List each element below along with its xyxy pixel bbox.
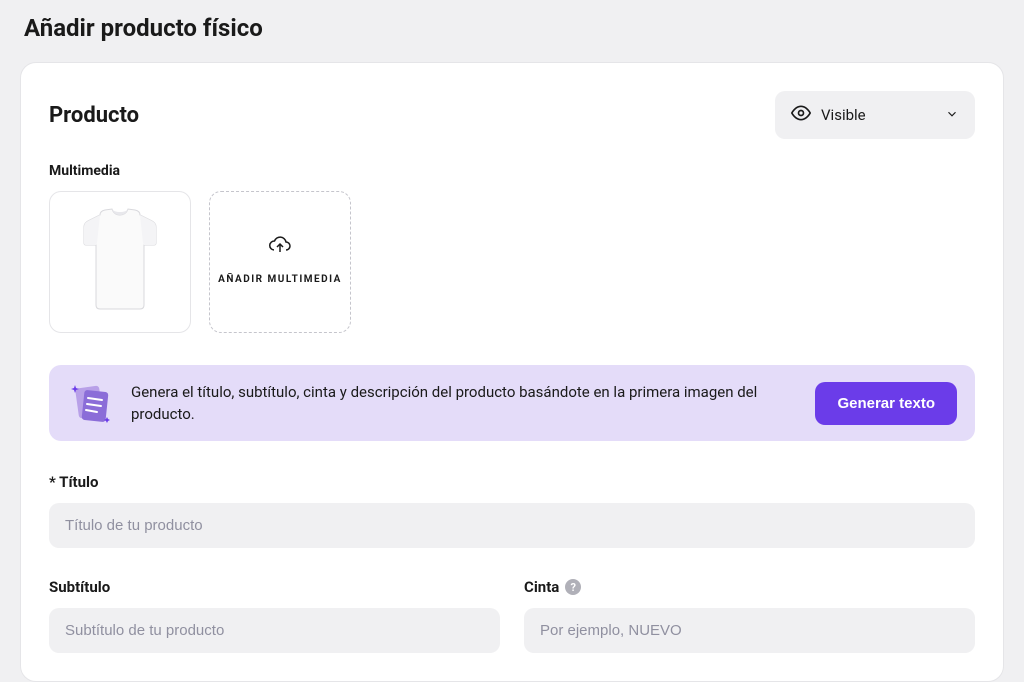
eye-icon: [791, 103, 811, 127]
visibility-label: Visible: [821, 106, 866, 124]
tshirt-icon: [70, 207, 170, 317]
card-title: Producto: [49, 103, 139, 128]
subtitle-label: Subtítulo: [49, 578, 500, 596]
ai-sparkle-icon: [67, 379, 115, 427]
title-label: * Título: [49, 473, 975, 491]
ribbon-label: Cinta ?: [524, 578, 975, 596]
ribbon-input[interactable]: [524, 608, 975, 653]
title-field: * Título: [49, 473, 975, 548]
title-input[interactable]: [49, 503, 975, 548]
multimedia-label: Multimedia: [49, 163, 975, 179]
media-row: AÑADIR MULTIMEDIA: [49, 191, 975, 333]
media-thumbnail[interactable]: [49, 191, 191, 333]
subtitle-input[interactable]: [49, 608, 500, 653]
page-title: Añadir producto físico: [24, 14, 1000, 42]
add-media-label: AÑADIR MULTIMEDIA: [218, 272, 342, 288]
help-icon[interactable]: ?: [565, 579, 581, 595]
ai-banner: Genera el título, subtítulo, cinta y des…: [49, 365, 975, 441]
generate-text-button[interactable]: Generar texto: [815, 382, 957, 425]
product-card: Producto Visible Multimedia: [20, 62, 1004, 682]
card-header: Producto Visible: [49, 91, 975, 139]
ai-banner-text: Genera el título, subtítulo, cinta y des…: [131, 381, 799, 426]
visibility-dropdown[interactable]: Visible: [775, 91, 975, 139]
add-media-button[interactable]: AÑADIR MULTIMEDIA: [209, 191, 351, 333]
chevron-down-icon: [945, 106, 959, 125]
cloud-upload-icon: [268, 236, 292, 260]
